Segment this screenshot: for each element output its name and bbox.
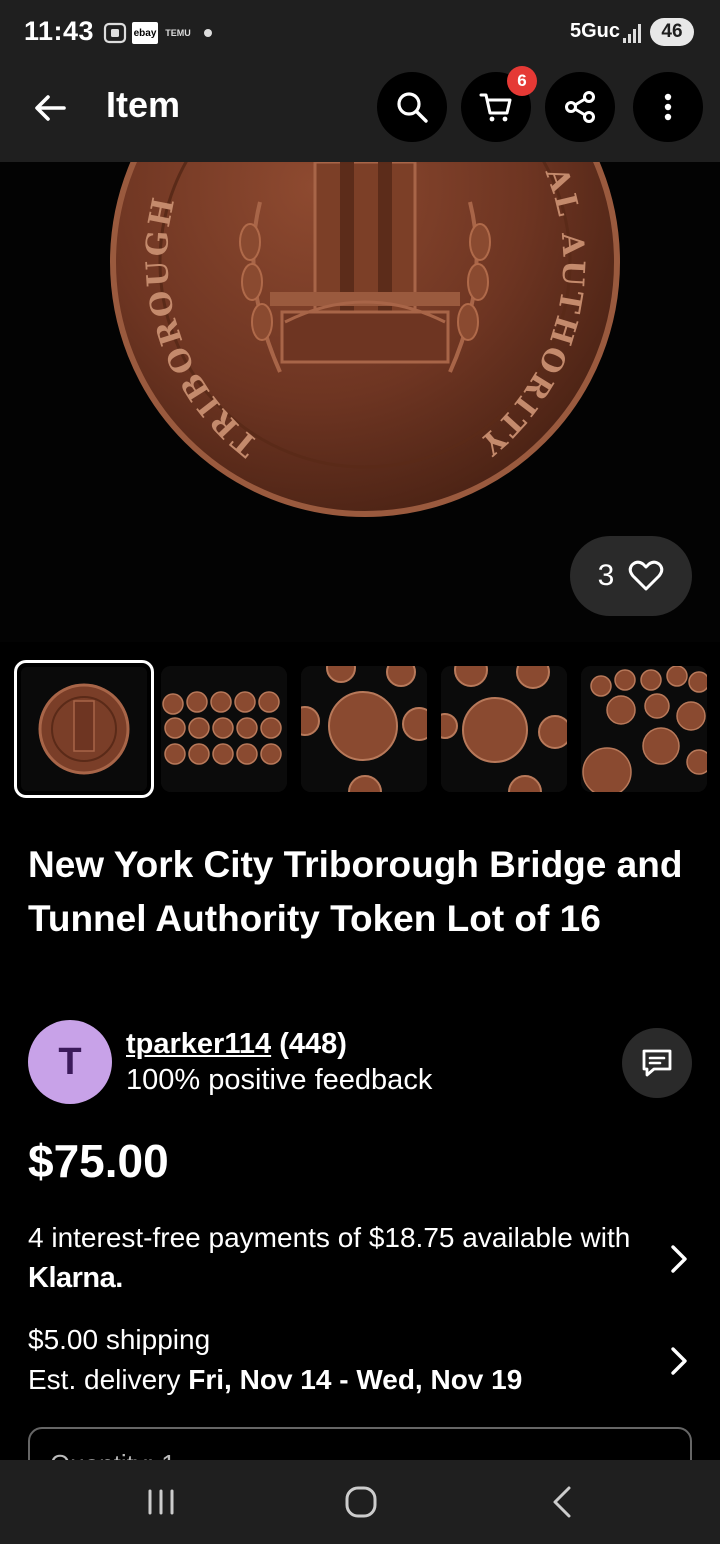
recent-apps-icon[interactable] [146, 1484, 176, 1520]
delivery-dates: Fri, Nov 14 - Wed, Nov 19 [188, 1364, 523, 1395]
installment-text: 4 interest-free payments of $18.75 avail… [28, 1222, 631, 1253]
chevron-right-icon[interactable] [668, 1346, 690, 1376]
delivery-label: Est. delivery [28, 1364, 181, 1395]
thumbnail-1-selected[interactable] [14, 660, 154, 798]
shipping-row[interactable]: $5.00 shipping Est. delivery Fri, Nov 14… [28, 1320, 648, 1400]
back-nav-icon[interactable] [548, 1484, 576, 1520]
likes-count: 3 [597, 559, 615, 592]
thumbnail-4[interactable] [441, 666, 567, 792]
thumbnail-3[interactable] [301, 666, 427, 792]
cart-count-badge: 6 [507, 66, 537, 96]
share-button[interactable] [545, 72, 615, 142]
page-title: Item [106, 84, 181, 125]
share-icon [565, 91, 595, 123]
more-vert-icon [664, 93, 672, 121]
chevron-right-icon[interactable] [668, 1244, 690, 1274]
cart-button[interactable]: 6 [461, 66, 537, 142]
contact-seller-button[interactable] [622, 1028, 692, 1098]
status-bar: 11:43 ebay TEMU 5Guc 46 [0, 0, 720, 64]
klarna-logo: Klarna. [28, 1262, 123, 1294]
signal-icon [623, 24, 641, 43]
search-button[interactable] [377, 72, 447, 142]
network-type: 5Guc [569, 20, 620, 42]
watchers-like-button[interactable]: 3 [570, 536, 692, 616]
delivery-estimate: Est. delivery Fri, Nov 14 - Wed, Nov 19 [28, 1360, 648, 1400]
home-icon[interactable] [343, 1484, 379, 1520]
more-options-button[interactable] [633, 72, 703, 142]
listing-title: New York City Triborough Bridge and Tunn… [28, 844, 683, 939]
thumbnail-2[interactable] [161, 666, 287, 792]
seller-avatar[interactable]: T [28, 1020, 112, 1104]
ebay-notification-icon: ebay [132, 22, 158, 44]
status-time: 11:43 [24, 16, 95, 46]
screenshot-icon [102, 22, 128, 44]
app-bar: Item 6 [0, 64, 720, 162]
search-icon [397, 92, 428, 123]
screen: 11:43 ebay TEMU 5Guc 46 Item 6 TRIBOROUG… [0, 0, 720, 1544]
system-navigation-bar [0, 1460, 720, 1544]
battery-indicator: 46 [650, 18, 694, 46]
cart-icon [479, 93, 512, 122]
seller-rating-count: (448) [279, 1028, 347, 1060]
temu-label: TEMU [165, 27, 191, 38]
more-notifications-dot [204, 29, 212, 37]
thumbnail-image [21, 667, 147, 791]
seller-info: tparker114 (448) [126, 1028, 347, 1061]
seller-username-link[interactable]: tparker114 [126, 1028, 271, 1060]
shipping-cost: $5.00 shipping [28, 1324, 211, 1355]
thumbnail-5[interactable] [581, 666, 707, 792]
temu-notification-icon: TEMU [164, 22, 192, 44]
seller-feedback: 100% positive feedback [126, 1064, 433, 1096]
back-arrow-icon[interactable] [28, 86, 72, 130]
image-thumbnails [14, 660, 720, 800]
heart-icon [629, 560, 664, 591]
item-price: $75.00 [28, 1135, 169, 1187]
message-icon [642, 1049, 672, 1077]
klarna-payment-row[interactable]: 4 interest-free payments of $18.75 avail… [28, 1218, 648, 1298]
